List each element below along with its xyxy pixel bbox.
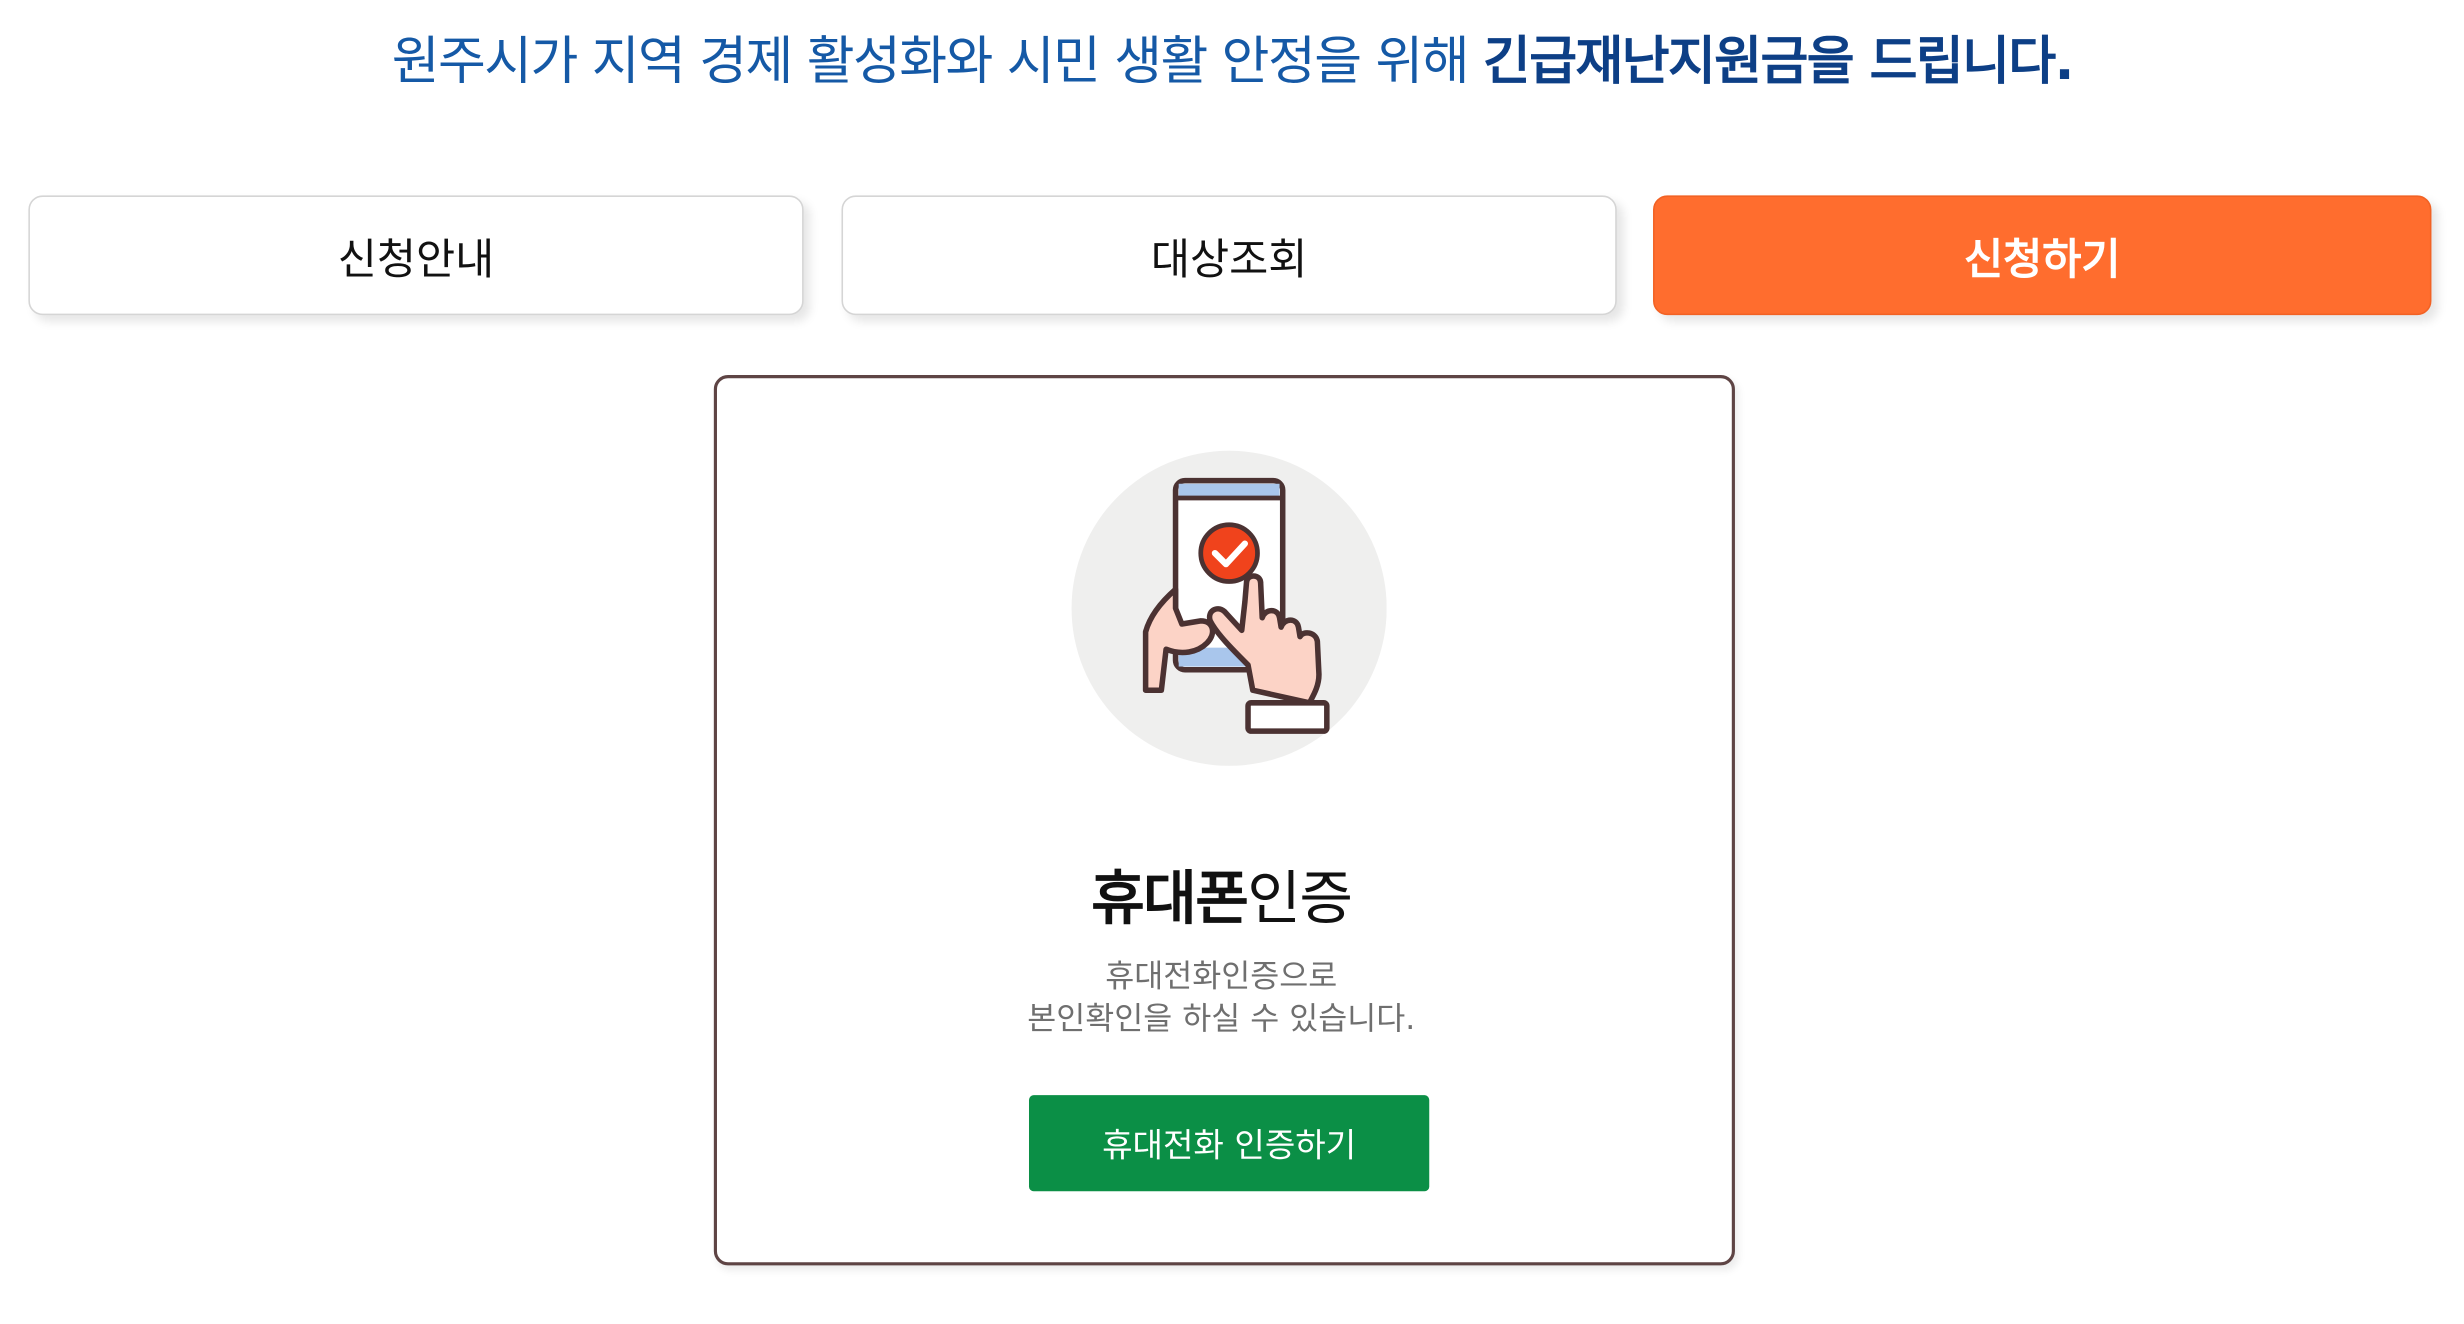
headline-emphasis: 긴급재난지원금을 드립니다. [1482,29,2074,92]
card-title: 휴대폰인증 [717,851,1726,936]
card-title-bold: 휴대폰 [1091,865,1249,933]
phone-auth-button[interactable]: 휴대전화 인증하기 [1028,1095,1430,1192]
tab-eligibility-check[interactable]: 대상조회 [841,195,1617,316]
tab-application-guide[interactable]: 신청안내 [28,195,804,316]
headline-prefix: 원주시가 지역 경제 활성화와 시민 생활 안정을 위해 [391,29,1483,92]
page-headline: 원주시가 지역 경제 활성화와 시민 생활 안정을 위해 긴급재난지원금을 드립… [0,19,2464,95]
card-description: 휴대전화인증으로 본인확인을 하실 수 있습니다. [717,955,1726,1040]
tab-apply[interactable]: 신청하기 [1653,195,2432,316]
description-line-2: 본인확인을 하실 수 있습니다. [1027,999,1416,1037]
page: 원주시가 지역 경제 활성화와 시민 생활 안정을 위해 긴급재난지원금을 드립… [0,0,2464,1324]
phone-auth-card: 휴대폰인증 휴대전화인증으로 본인확인을 하실 수 있습니다. 휴대전화 인증하… [713,375,1735,1266]
card-title-regular: 인증 [1247,865,1353,933]
tab-bar: 신청안내 대상조회 신청하기 [28,195,2432,316]
phone-check-hand-icon [1071,450,1387,766]
description-line-1: 휴대전화인증으로 [1105,956,1338,995]
